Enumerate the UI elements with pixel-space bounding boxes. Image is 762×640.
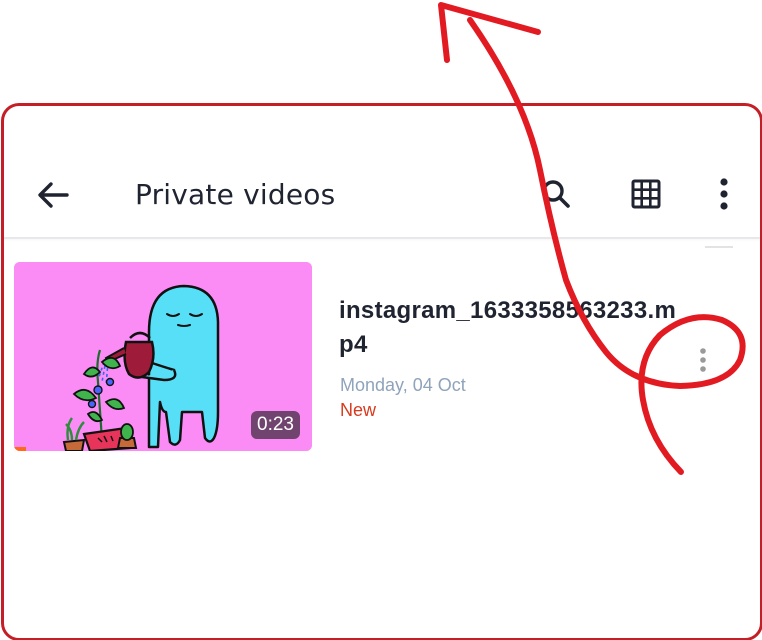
video-list-item[interactable]: 0:23 instagram_1633358563233.mp4 Monday,… bbox=[4, 256, 760, 456]
back-button[interactable] bbox=[32, 174, 74, 216]
screenshot-stage: Private videos 0:23 instagram_1633358563… bbox=[0, 0, 762, 640]
new-badge: New bbox=[340, 400, 377, 420]
app-bar: Private videos bbox=[4, 106, 760, 239]
watch-progress-bar bbox=[14, 447, 26, 451]
scroll-indicator bbox=[705, 246, 733, 248]
app-frame: Private videos 0:23 instagram_1633358563… bbox=[1, 103, 762, 640]
more-vertical-icon bbox=[720, 178, 728, 210]
video-options-button[interactable] bbox=[688, 340, 718, 380]
video-date: Monday, 04 Oct bbox=[340, 375, 466, 395]
grid-view-button[interactable] bbox=[624, 172, 668, 216]
more-vertical-icon bbox=[700, 348, 706, 372]
video-file-name[interactable]: instagram_1633358563233.mp4 bbox=[339, 294, 684, 362]
arrow-left-icon bbox=[38, 182, 69, 208]
more-options-button[interactable] bbox=[702, 172, 746, 216]
video-duration: 0:23 bbox=[251, 411, 300, 439]
search-icon bbox=[542, 180, 570, 208]
video-thumbnail[interactable]: 0:23 bbox=[14, 262, 312, 451]
grid-view-icon bbox=[631, 179, 661, 209]
search-button[interactable] bbox=[534, 172, 578, 216]
page-title: Private videos bbox=[135, 178, 336, 211]
